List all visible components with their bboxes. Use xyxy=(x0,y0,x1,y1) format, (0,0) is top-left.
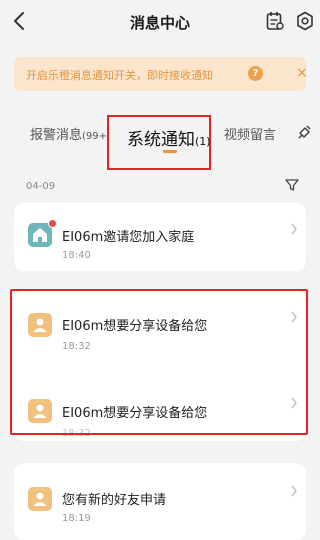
message-time: 18:40 xyxy=(62,250,91,261)
active-tab-indicator xyxy=(163,150,177,153)
list-item[interactable]: EI06m邀请您加入家庭 18:40 xyxy=(14,203,306,271)
tab-alarm-count: (99+ xyxy=(82,131,108,142)
unread-dot xyxy=(48,219,57,228)
tab-system-count: (1) xyxy=(195,135,211,148)
message-title: EI06m邀请您加入家庭 xyxy=(62,230,195,245)
highlight-box xyxy=(10,289,308,435)
header: 消息中心 xyxy=(0,0,320,44)
clear-messages-icon[interactable] xyxy=(297,124,313,140)
chevron-right-icon xyxy=(291,223,297,235)
help-icon[interactable]: ? xyxy=(248,66,263,81)
date-group-label: 04-09 xyxy=(26,181,56,192)
tab-video-messages[interactable]: 视频留言 xyxy=(224,124,276,143)
tab-system-text: 系统通知(1) xyxy=(127,125,211,150)
message-title: 您有新的好友申请 xyxy=(62,493,167,508)
tab-system-notifications[interactable]: 系统通知(1) xyxy=(107,115,211,170)
filter-icon[interactable] xyxy=(285,178,299,192)
message-time: 18:19 xyxy=(62,513,91,524)
banner-text: 开启乐橙消息通知开关，即时接收通知 xyxy=(26,69,213,82)
calendar-filter-icon[interactable] xyxy=(266,11,284,31)
list-item[interactable]: 您有新的好友申请 18:19 xyxy=(14,463,306,540)
tab-alarm-messages[interactable]: 报警消息(99+ xyxy=(30,124,107,143)
notification-permission-banner[interactable]: 开启乐橙消息通知开关，即时接收通知 ? × xyxy=(14,57,308,91)
close-icon[interactable]: × xyxy=(296,65,308,81)
user-icon xyxy=(28,487,52,511)
tab-system-label: 系统通知 xyxy=(127,130,195,150)
settings-gear-icon[interactable] xyxy=(296,11,314,31)
tab-video-label: 视频留言 xyxy=(224,128,277,143)
chevron-right-icon xyxy=(291,485,297,497)
tab-alarm-label: 报警消息 xyxy=(30,128,83,143)
